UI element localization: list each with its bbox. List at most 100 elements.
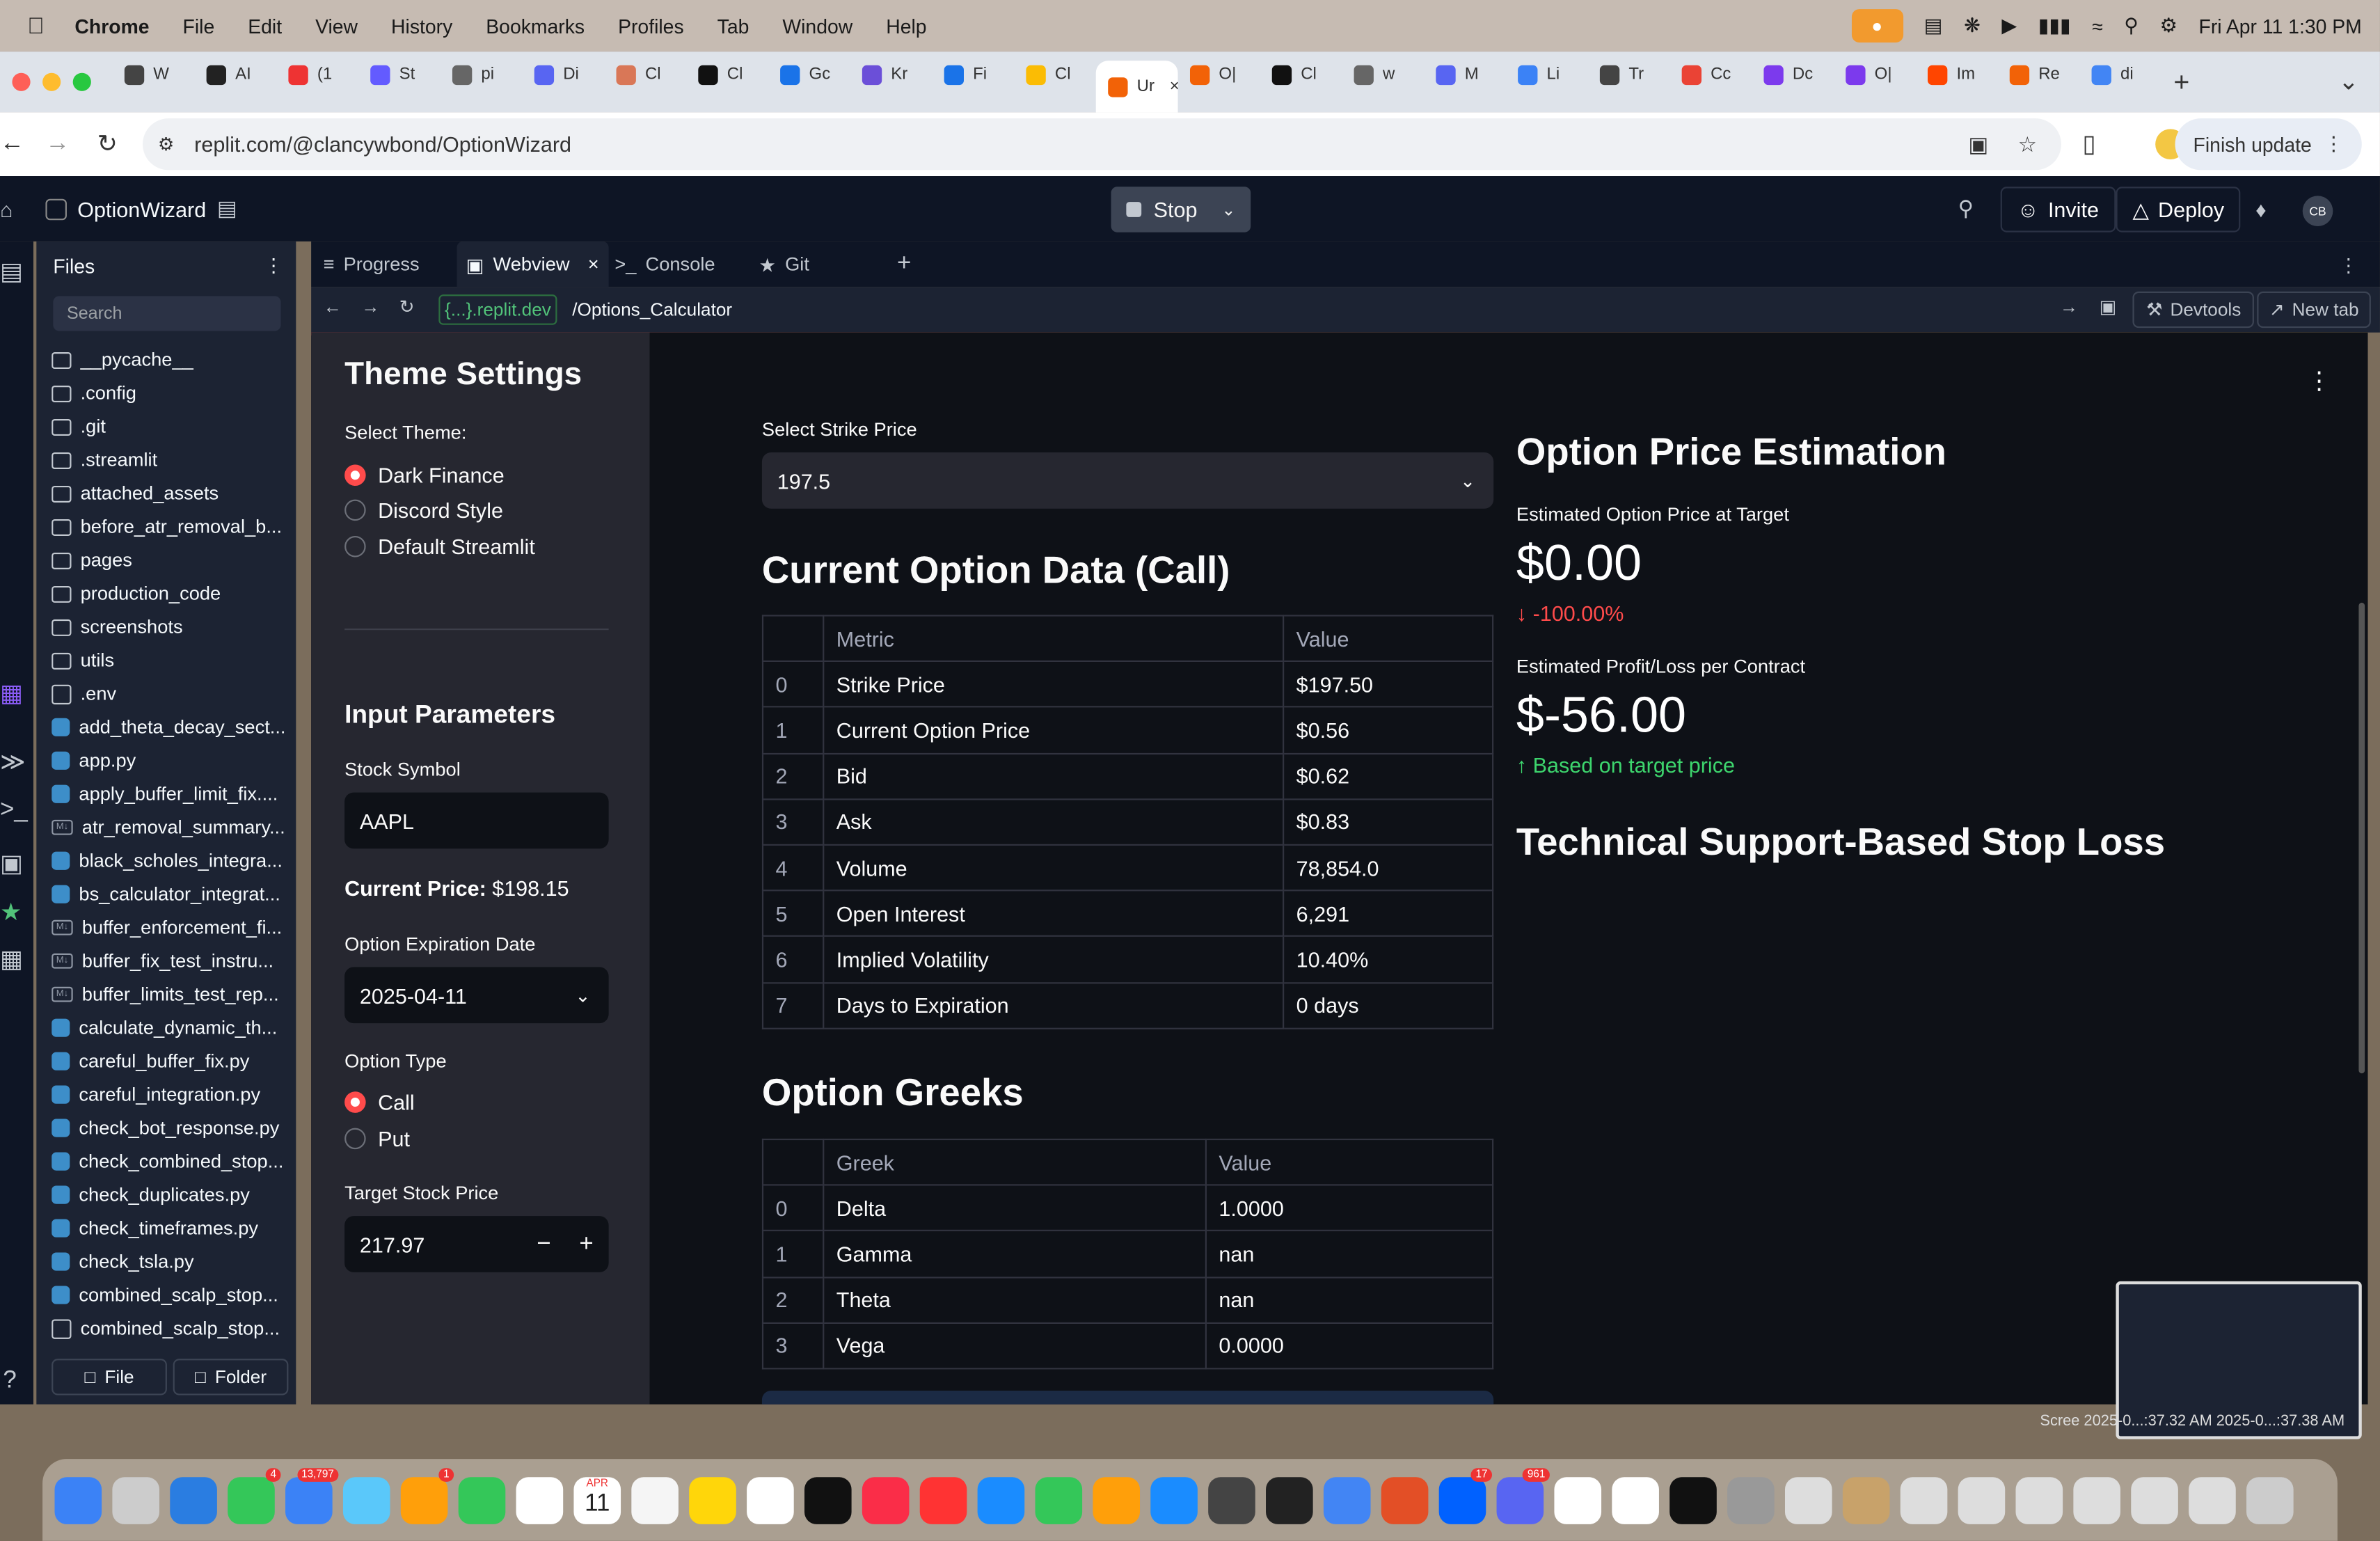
menu-bookmarks[interactable]: Bookmarks bbox=[486, 15, 585, 38]
file-tree-item[interactable]: black_scholes_integra... bbox=[51, 846, 292, 876]
notifications-icon[interactable]: ♦ bbox=[2255, 196, 2267, 221]
dock-app-icon[interactable] bbox=[112, 1476, 160, 1524]
dock-app-icon[interactable] bbox=[1381, 1476, 1429, 1524]
webview-path[interactable]: /Options_Calculator bbox=[572, 299, 732, 321]
file-tree-item[interactable]: check_duplicates.py bbox=[51, 1180, 292, 1210]
theme-radio-discord[interactable]: Discord Style bbox=[344, 498, 503, 522]
user-avatar[interactable]: CB bbox=[2302, 196, 2333, 226]
table-row[interactable]: 0 Strike Price $197.50 bbox=[761, 661, 1494, 709]
browser-tab[interactable]: Cl bbox=[1260, 52, 1342, 97]
file-tree-item[interactable]: utils bbox=[51, 645, 292, 676]
dock-app-icon[interactable] bbox=[631, 1476, 679, 1524]
browser-tab[interactable]: (1 bbox=[276, 52, 358, 97]
dock-app-icon[interactable] bbox=[2246, 1476, 2294, 1524]
dock-app-icon[interactable] bbox=[689, 1476, 736, 1524]
pane-menu-icon[interactable]: ⋮ bbox=[2339, 242, 2358, 287]
webview-forward-icon[interactable]: → bbox=[361, 296, 379, 317]
close-window-button[interactable] bbox=[12, 72, 31, 91]
files-search-input[interactable]: Search bbox=[53, 296, 281, 331]
webview-domain[interactable]: {...}.replit.dev bbox=[438, 294, 557, 325]
tab-git[interactable]: ★ Git bbox=[759, 242, 809, 287]
file-tree-item[interactable]: check_bot_response.py bbox=[51, 1113, 292, 1144]
table-row[interactable]: 2 Theta nan bbox=[761, 1276, 1494, 1324]
file-tree-item[interactable]: calculate_dynamic_th... bbox=[51, 1013, 292, 1043]
table-row[interactable]: 3 Ask $0.83 bbox=[761, 798, 1494, 846]
openai-icon[interactable]: ❋ bbox=[1964, 14, 1981, 38]
file-tree-item[interactable]: M↓ atr_removal_summary... bbox=[51, 812, 292, 843]
file-tree-item[interactable]: attached_assets bbox=[51, 478, 292, 509]
dock-app-icon[interactable]: 17 bbox=[1438, 1467, 1493, 1524]
file-tree-item[interactable]: .config bbox=[51, 378, 292, 409]
dock-app-icon[interactable] bbox=[1554, 1476, 1602, 1524]
file-tree-item[interactable]: check_combined_stop... bbox=[51, 1146, 292, 1177]
dock-app-icon[interactable] bbox=[1842, 1476, 1890, 1524]
dock-app-icon[interactable] bbox=[977, 1476, 1025, 1524]
strike-price-select[interactable]: 197.5 ⌄ bbox=[761, 452, 1494, 509]
dock-app-icon[interactable]: 13,797 bbox=[285, 1467, 339, 1524]
webview-tool-icon[interactable]: ▣ bbox=[0, 848, 23, 879]
menu-tab[interactable]: Tab bbox=[717, 15, 749, 38]
dock-app-icon[interactable] bbox=[1958, 1476, 2006, 1524]
dock-app-icon[interactable] bbox=[1323, 1476, 1371, 1524]
file-tree-item[interactable]: combined_scalp_stop... bbox=[51, 1280, 292, 1311]
dock-app-icon[interactable] bbox=[2131, 1476, 2178, 1524]
browser-tab[interactable]: Re bbox=[1997, 52, 2079, 97]
packages-tool-icon[interactable]: ▦ bbox=[0, 679, 23, 709]
menu-help[interactable]: Help bbox=[886, 15, 926, 38]
site-info-icon[interactable]: ⚙ bbox=[158, 134, 174, 155]
target-price-input[interactable]: 217.97 − + bbox=[344, 1216, 609, 1272]
home-icon[interactable]: ⌂ bbox=[0, 196, 13, 221]
table-row[interactable]: 3 Vega 0.0000 bbox=[761, 1322, 1494, 1370]
menu-view[interactable]: View bbox=[315, 15, 358, 38]
new-tab-button[interactable]: ↗ New tab bbox=[2257, 291, 2372, 329]
install-icon[interactable]: ▣ bbox=[1968, 132, 1988, 157]
dock-app-icon[interactable] bbox=[1208, 1476, 1255, 1524]
browser-tab[interactable]: Dc bbox=[1752, 52, 1834, 97]
menu-app-name[interactable]: Chrome bbox=[74, 15, 149, 38]
table-row[interactable]: 5 Open Interest 6,291 bbox=[761, 890, 1494, 938]
dock-app-icon[interactable] bbox=[1093, 1476, 1141, 1524]
menu-profiles[interactable]: Profiles bbox=[618, 15, 684, 38]
browser-tab[interactable]: Cl bbox=[686, 52, 768, 97]
browser-tab[interactable]: Cl bbox=[604, 52, 686, 97]
table-row[interactable]: 4 Volume 78,854.0 bbox=[761, 844, 1494, 892]
expiration-select[interactable]: 2025-04-11 ⌄ bbox=[344, 967, 609, 1024]
file-tree-item[interactable]: before_atr_removal_b... bbox=[51, 512, 292, 542]
stock-symbol-input[interactable]: AAPL bbox=[344, 792, 609, 849]
file-tree-item[interactable]: .git bbox=[51, 411, 292, 442]
menu-history[interactable]: History bbox=[391, 15, 452, 38]
minimize-window-button[interactable] bbox=[42, 72, 61, 91]
dock-app-icon[interactable] bbox=[1150, 1476, 1198, 1524]
file-tree-item[interactable]: M↓ buffer_fix_test_instru... bbox=[51, 946, 292, 977]
wifi-icon[interactable]: ≈ bbox=[2092, 15, 2103, 38]
finish-update-button[interactable]: Finish update ⋮ bbox=[2175, 118, 2362, 171]
table-row[interactable]: 1 Gamma nan bbox=[761, 1230, 1494, 1278]
extensions-icon[interactable]: ▯ bbox=[2082, 129, 2095, 159]
browser-tab[interactable]: Gc bbox=[768, 52, 850, 97]
dock-app-icon[interactable] bbox=[170, 1476, 217, 1524]
browser-tab[interactable]: Tr bbox=[1587, 52, 1669, 97]
browser-tab[interactable]: pi bbox=[441, 52, 523, 97]
dock-app-icon[interactable] bbox=[54, 1476, 102, 1524]
dock-app-icon[interactable] bbox=[2015, 1476, 2063, 1524]
apple-icon[interactable]:  bbox=[27, 13, 45, 39]
menu-datetime[interactable]: Fri Apr 11 1:30 PM bbox=[2198, 15, 2361, 38]
file-tree-item[interactable]: .env bbox=[51, 679, 292, 709]
option-data-table[interactable]: Metric Value 0 Strike Price $197.50 1 Current … bbox=[761, 615, 1494, 1029]
table-row[interactable]: 6 Implied Volatility 10.40% bbox=[761, 935, 1494, 983]
file-tree-item[interactable]: careful_buffer_fix.py bbox=[51, 1046, 292, 1077]
dock-app-icon[interactable] bbox=[342, 1476, 390, 1524]
dock-app-icon[interactable] bbox=[804, 1476, 852, 1524]
menu-file[interactable]: File bbox=[183, 15, 215, 38]
deploy-button[interactable]: △ Deploy bbox=[2116, 187, 2242, 232]
new-tab-button[interactable]: + bbox=[2173, 66, 2189, 98]
table-row[interactable]: 1 Current Option Price $0.56 bbox=[761, 706, 1494, 754]
dock-app-icon[interactable] bbox=[862, 1476, 910, 1524]
dock-app-icon[interactable] bbox=[2189, 1476, 2236, 1524]
file-tree-item[interactable]: __pycache__ bbox=[51, 345, 292, 375]
browser-tab[interactable]: Im bbox=[1916, 52, 1998, 97]
file-tree-item[interactable]: apply_buffer_limit_fix.... bbox=[51, 779, 292, 809]
dock-app-icon[interactable] bbox=[1612, 1476, 1659, 1524]
zoom-window-button[interactable] bbox=[72, 72, 91, 91]
app-menu-icon[interactable]: ⋮ bbox=[2307, 366, 2331, 397]
